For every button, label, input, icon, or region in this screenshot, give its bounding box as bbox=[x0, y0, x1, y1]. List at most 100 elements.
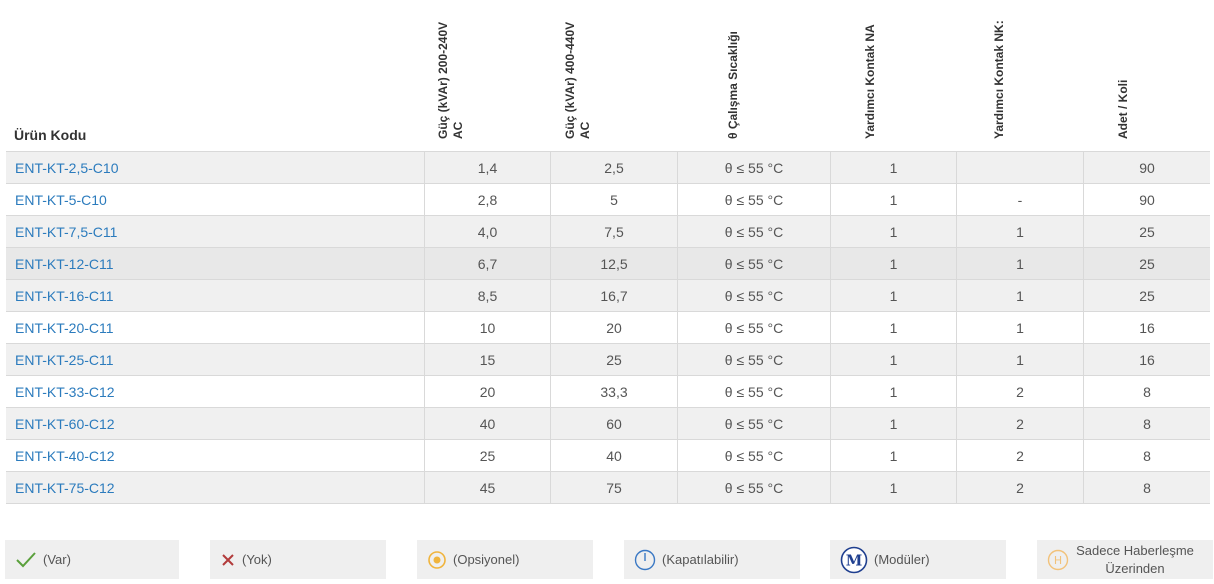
power-230-cell: 6,7 bbox=[425, 248, 551, 279]
legend-label: (Opsiyonel) bbox=[453, 552, 520, 567]
header-label: Ürün Kodu bbox=[14, 127, 87, 143]
power-400-cell: 25 bbox=[551, 344, 678, 375]
aux-nk-cell: 2 bbox=[957, 440, 1084, 471]
aux-nk-cell: 1 bbox=[957, 216, 1084, 247]
temperature-cell: θ ≤ 55 °C bbox=[678, 408, 831, 439]
legend-label: (Yok) bbox=[242, 552, 272, 567]
aux-na-cell: 1 bbox=[831, 184, 957, 215]
header-label: Adet / Koli bbox=[1116, 79, 1130, 139]
temperature-cell: θ ≤ 55 °C bbox=[678, 312, 831, 343]
power-400-cell: 16,7 bbox=[551, 280, 678, 311]
aux-nk-cell bbox=[957, 152, 1084, 183]
legend-label: (Modüler) bbox=[874, 552, 930, 567]
temperature-cell: θ ≤ 55 °C bbox=[678, 184, 831, 215]
product-code-link[interactable]: ENT-KT-40-C12 bbox=[6, 440, 425, 471]
power-230-cell: 4,0 bbox=[425, 216, 551, 247]
aux-nk-cell: 1 bbox=[957, 344, 1084, 375]
power-icon bbox=[634, 549, 656, 571]
aux-na-cell: 1 bbox=[831, 440, 957, 471]
power-400-cell: 60 bbox=[551, 408, 678, 439]
power-400-cell: 33,3 bbox=[551, 376, 678, 407]
header-label: Yardımcı Kontak NA bbox=[863, 24, 877, 139]
power-230-cell: 8,5 bbox=[425, 280, 551, 311]
power-230-cell: 25 bbox=[425, 440, 551, 471]
product-code-link[interactable]: ENT-KT-25-C11 bbox=[6, 344, 425, 375]
legend-item-optional: (Opsiyonel) bbox=[417, 540, 593, 579]
power-230-cell: 20 bbox=[425, 376, 551, 407]
table-row: ENT-KT-12-C11 6,7 12,5 θ ≤ 55 °C 1 1 25 bbox=[6, 248, 1210, 280]
qty-cell: 90 bbox=[1139, 191, 1155, 208]
power-400-cell: 7,5 bbox=[551, 216, 678, 247]
power-400-cell: 2,5 bbox=[551, 152, 678, 183]
optional-icon bbox=[427, 550, 447, 570]
aux-nk-cell: 1 bbox=[957, 280, 1084, 311]
legend-item-communication-only: H Sadece Haberleşme Üzerinden bbox=[1037, 540, 1213, 579]
qty-cell: 8 bbox=[1143, 383, 1151, 400]
product-code-link[interactable]: ENT-KT-7,5-C11 bbox=[6, 216, 425, 247]
communication-glyph: H bbox=[1054, 554, 1062, 567]
header-label: Yardımcı Kontak NK: bbox=[991, 20, 1006, 139]
table-row: ENT-KT-20-C11 10 20 θ ≤ 55 °C 1 1 16 bbox=[6, 312, 1210, 344]
aux-na-cell: 1 bbox=[831, 376, 957, 407]
legend-item-none: (Yok) bbox=[210, 540, 386, 579]
legend-label: (Var) bbox=[43, 552, 71, 567]
header-cell-qty-per-box: Adet / Koli bbox=[1084, 0, 1210, 151]
table-row: ENT-KT-2,5-C10 1,4 2,5 θ ≤ 55 °C 1 90 bbox=[6, 152, 1210, 184]
header-cell-aux-nk: Yardımcı Kontak NK: bbox=[957, 0, 1084, 151]
header-cell-aux-na: Yardımcı Kontak NA bbox=[831, 0, 957, 151]
power-400-cell: 40 bbox=[551, 440, 678, 471]
aux-nk-cell: 1 bbox=[957, 248, 1084, 279]
temperature-cell: θ ≤ 55 °C bbox=[678, 472, 831, 503]
power-400-cell: 12,5 bbox=[551, 248, 678, 279]
product-code-link[interactable]: ENT-KT-5-C10 bbox=[6, 184, 425, 215]
modular-icon: M bbox=[840, 546, 868, 574]
aux-na-cell: 1 bbox=[831, 152, 957, 183]
legend-label: (Kapatılabilir) bbox=[662, 552, 739, 567]
product-code-link[interactable]: ENT-KT-75-C12 bbox=[6, 472, 425, 503]
temperature-cell: θ ≤ 55 °C bbox=[678, 440, 831, 471]
power-400-cell: 20 bbox=[551, 312, 678, 343]
qty-cell: 25 bbox=[1139, 223, 1155, 240]
temperature-cell: θ ≤ 55 °C bbox=[678, 280, 831, 311]
power-230-cell: 45 bbox=[425, 472, 551, 503]
temperature-cell: θ ≤ 55 °C bbox=[678, 152, 831, 183]
product-code-link[interactable]: ENT-KT-60-C12 bbox=[6, 408, 425, 439]
aux-nk-cell: - bbox=[957, 184, 1084, 215]
table-row: ENT-KT-5-C10 2,8 5 θ ≤ 55 °C 1 - 90 bbox=[6, 184, 1210, 216]
aux-nk-cell: 2 bbox=[957, 376, 1084, 407]
table-row: ENT-KT-60-C12 40 60 θ ≤ 55 °C 1 2 8 bbox=[6, 408, 1210, 440]
qty-cell: 8 bbox=[1143, 479, 1151, 496]
table-row: ENT-KT-75-C12 45 75 θ ≤ 55 °C 1 2 8 bbox=[6, 472, 1210, 504]
aux-nk-cell: 2 bbox=[957, 472, 1084, 503]
product-code-link[interactable]: ENT-KT-12-C11 bbox=[6, 248, 425, 279]
product-code-link[interactable]: ENT-KT-2,5-C10 bbox=[6, 152, 425, 183]
qty-cell: 8 bbox=[1143, 415, 1151, 432]
header-cell-temperature: θ Çalışma Sıcaklığı bbox=[678, 0, 831, 151]
power-400-cell: 75 bbox=[551, 472, 678, 503]
aux-na-cell: 1 bbox=[831, 312, 957, 343]
product-code-link[interactable]: ENT-KT-33-C12 bbox=[6, 376, 425, 407]
header-cell-power-400: Güç (kVAr) 400-440V AC bbox=[551, 0, 678, 151]
header-label: θ Çalışma Sıcaklığı bbox=[725, 31, 740, 139]
table-header: Ürün Kodu Güç (kVAr) 200-240V AC Güç (kV… bbox=[6, 0, 1210, 151]
power-230-cell: 15 bbox=[425, 344, 551, 375]
power-230-cell: 2,8 bbox=[425, 184, 551, 215]
product-code-link[interactable]: ENT-KT-20-C11 bbox=[6, 312, 425, 343]
temperature-cell: θ ≤ 55 °C bbox=[678, 216, 831, 247]
cross-icon bbox=[220, 552, 236, 568]
product-code-link[interactable]: ENT-KT-16-C11 bbox=[6, 280, 425, 311]
table-row: ENT-KT-16-C11 8,5 16,7 θ ≤ 55 °C 1 1 25 bbox=[6, 280, 1210, 312]
aux-na-cell: 1 bbox=[831, 408, 957, 439]
temperature-cell: θ ≤ 55 °C bbox=[678, 248, 831, 279]
aux-nk-cell: 1 bbox=[957, 312, 1084, 343]
qty-cell: 8 bbox=[1143, 447, 1151, 464]
aux-na-cell: 1 bbox=[831, 248, 957, 279]
aux-nk-cell: 2 bbox=[957, 408, 1084, 439]
table-row: ENT-KT-40-C12 25 40 θ ≤ 55 °C 1 2 8 bbox=[6, 440, 1210, 472]
temperature-cell: θ ≤ 55 °C bbox=[678, 344, 831, 375]
qty-cell: 90 bbox=[1139, 159, 1155, 176]
header-label: Güç (kVAr) 400-440V AC bbox=[562, 21, 592, 139]
power-230-cell: 1,4 bbox=[425, 152, 551, 183]
table-row: ENT-KT-7,5-C11 4,0 7,5 θ ≤ 55 °C 1 1 25 bbox=[6, 216, 1210, 248]
qty-cell: 25 bbox=[1139, 287, 1155, 304]
